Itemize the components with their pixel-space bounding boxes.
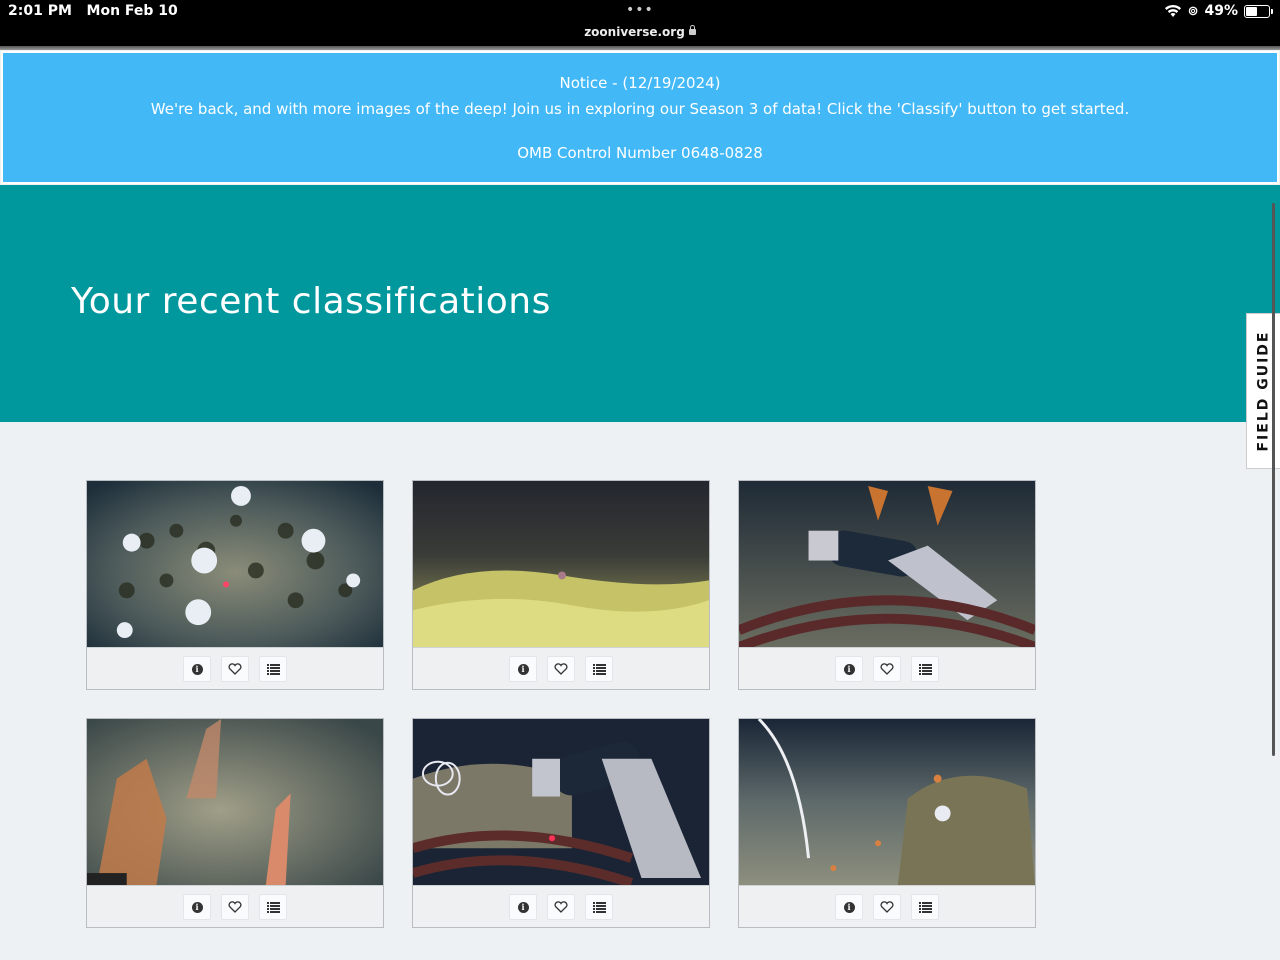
heart-icon <box>554 901 568 913</box>
add-to-collection-button[interactable] <box>911 656 939 682</box>
info-icon: i <box>517 663 529 675</box>
battery-percent: 49% <box>1204 3 1238 19</box>
notice-title: Notice - (12/19/2024) <box>559 74 721 92</box>
wifi-icon <box>1164 4 1182 18</box>
card-actions: i <box>739 886 1035 928</box>
page-title: Your recent classifications <box>71 281 551 322</box>
info-icon: i <box>843 663 855 675</box>
add-to-collection-button[interactable] <box>259 894 287 920</box>
card-actions: i <box>413 648 709 690</box>
info-button[interactable]: i <box>835 894 863 920</box>
list-icon <box>918 901 932 913</box>
classification-card: i <box>738 480 1036 690</box>
battery-fill <box>1246 6 1257 16</box>
classification-card: i <box>412 480 710 690</box>
subject-thumbnail[interactable] <box>87 481 383 648</box>
status-clock: 2:01 PM <box>8 3 72 19</box>
list-icon <box>266 901 280 913</box>
toolbar-divider <box>0 46 1280 50</box>
list-icon <box>918 663 932 675</box>
subject-thumbnail[interactable] <box>413 481 709 648</box>
page-header: Your recent classifications <box>0 185 1280 422</box>
add-to-collection-button[interactable] <box>259 656 287 682</box>
info-icon: i <box>517 901 529 913</box>
subject-thumbnail[interactable] <box>739 719 1035 886</box>
battery-icon <box>1244 4 1273 18</box>
heart-icon <box>880 901 894 913</box>
list-icon <box>592 901 606 913</box>
info-icon: i <box>191 663 203 675</box>
add-to-collection-button[interactable] <box>911 894 939 920</box>
card-actions: i <box>413 886 709 928</box>
heart-icon <box>228 663 242 675</box>
favorite-button[interactable] <box>221 894 249 920</box>
favorite-button[interactable] <box>547 656 575 682</box>
url-text: zooniverse.org <box>584 25 685 39</box>
card-actions: i <box>87 886 383 928</box>
list-icon <box>592 663 606 675</box>
classification-card: i <box>412 718 710 928</box>
heart-icon <box>880 663 894 675</box>
lock-icon <box>688 25 696 35</box>
classification-card: i <box>86 718 384 928</box>
notice-message: We're back, and with more images of the … <box>150 100 1130 118</box>
favorite-button[interactable] <box>221 656 249 682</box>
classification-card: i <box>86 480 384 690</box>
info-icon: i <box>191 901 203 913</box>
status-date: Mon Feb 10 <box>86 3 178 19</box>
orientation-lock-icon: ⊚ <box>1187 3 1199 19</box>
info-icon: i <box>843 901 855 913</box>
subject-thumbnail[interactable] <box>413 719 709 886</box>
notice-banner: Notice - (12/19/2024) We're back, and wi… <box>1 51 1279 184</box>
favorite-button[interactable] <box>547 894 575 920</box>
subject-thumbnail[interactable] <box>87 719 383 886</box>
notice-omb-number: OMB Control Number 0648-0828 <box>517 144 763 162</box>
address-bar[interactable]: zooniverse.org <box>0 25 1280 39</box>
info-button[interactable]: i <box>183 656 211 682</box>
favorite-button[interactable] <box>873 894 901 920</box>
info-button[interactable]: i <box>509 894 537 920</box>
card-actions: i <box>87 648 383 690</box>
classification-card: i <box>738 718 1036 928</box>
heart-icon <box>554 663 568 675</box>
status-time: 2:01 PM Mon Feb 10 <box>8 3 178 19</box>
info-button[interactable]: i <box>183 894 211 920</box>
info-button[interactable]: i <box>509 656 537 682</box>
field-guide-label: FIELD GUIDE <box>1255 330 1272 452</box>
favorite-button[interactable] <box>873 656 901 682</box>
list-icon <box>266 663 280 675</box>
info-button[interactable]: i <box>835 656 863 682</box>
add-to-collection-button[interactable] <box>585 894 613 920</box>
multitasking-dots-icon[interactable]: ••• <box>626 2 654 18</box>
status-bar: 2:01 PM Mon Feb 10 ••• zooniverse.org ⊚ … <box>0 0 1280 48</box>
status-indicators: ⊚ 49% <box>1164 3 1273 19</box>
subject-thumbnail[interactable] <box>739 481 1035 648</box>
add-to-collection-button[interactable] <box>585 656 613 682</box>
scrollbar[interactable] <box>1272 203 1275 756</box>
card-actions: i <box>739 648 1035 690</box>
heart-icon <box>228 901 242 913</box>
